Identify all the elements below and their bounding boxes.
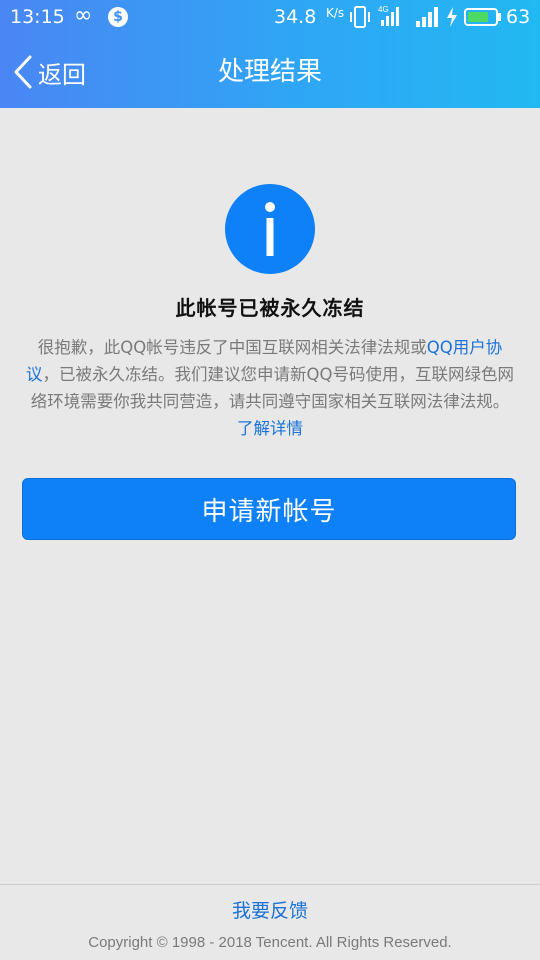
frozen-message: 很抱歉，此QQ帐号违反了中国互联网相关法律法规或QQ用户协议，已被永久冻结。我们… [24,334,516,442]
network-speed-unit: K/s [326,6,345,20]
message-text-1: 很抱歉，此QQ帐号违反了中国互联网相关法律法规或 [37,338,427,357]
frozen-headline: 此帐号已被永久冻结 [175,296,365,320]
svg-text:4G: 4G [378,5,389,14]
learn-more-link[interactable]: 了解详情 [237,419,303,438]
page-title: 处理结果 [217,57,322,87]
feedback-link[interactable]: 我要反馈 [0,896,540,923]
copyright-text: Copyright © 1998 - 2018 Tencent. All Rig… [88,934,452,951]
charging-icon [447,7,457,27]
header: 13:15 ∞ $ 34.8 K/s 4G 63 返回 处理结果 [0,0,540,108]
status-time: 13:15 [10,6,65,28]
footer-divider [0,884,540,885]
vibrate-icon [350,6,370,28]
nav-bar: 返回 处理结果 [0,34,540,108]
apply-new-account-button[interactable]: 申请新帐号 [22,478,516,540]
battery-level: 63 [506,6,531,28]
network-speed: 34.8 [274,6,317,28]
battery-icon [464,8,501,26]
4g-signal-icon: 4G [378,5,399,26]
dollar-icon: $ [108,7,128,27]
message-text-2: ，已被永久冻结。我们建议您申请新QQ号码使用，互联网绿色网络环境需要你我共同营造… [30,365,514,411]
signal-icon [416,7,438,27]
status-bar: 13:15 ∞ $ 34.8 K/s 4G 63 [0,0,540,34]
infinity-icon: ∞ [74,3,93,28]
info-icon [225,184,315,274]
